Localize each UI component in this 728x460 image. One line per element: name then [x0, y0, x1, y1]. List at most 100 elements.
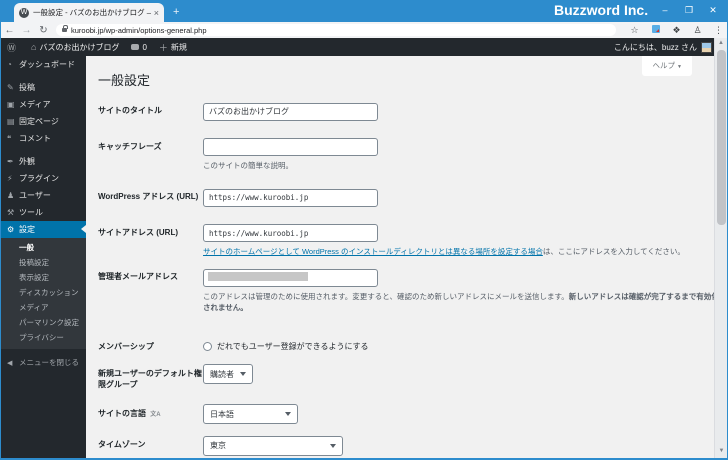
plus-icon: ＋ [158, 42, 168, 53]
help-button[interactable]: ヘルプ ▼ [642, 56, 692, 76]
sidebar-item-posts[interactable]: ✎ 投稿 [1, 79, 86, 96]
submenu-item-writing[interactable]: 投稿設定 [1, 255, 86, 270]
comment-count: 0 [142, 42, 147, 52]
back-icon[interactable]: ← [1, 25, 18, 36]
chevron-down-icon [240, 372, 246, 379]
sidebar-item-tools[interactable]: ⚒ ツール [1, 204, 86, 221]
help-chevron-icon: ▼ [677, 64, 682, 70]
window-maximize-button[interactable]: ❒ [677, 0, 701, 22]
submenu-item-reading[interactable]: 表示設定 [1, 270, 86, 285]
form-row-tagline: キャッチフレーズ このサイトの簡単な説明。 [98, 137, 706, 172]
extension-puzzle-icon[interactable]: ❖ [666, 25, 687, 36]
language-select[interactable]: 日本語 [203, 404, 298, 424]
sidebar-item-label: ユーザー [19, 191, 51, 200]
sidebar-item-plugins[interactable]: ⚡ プラグイン [1, 170, 86, 187]
sidebar-item-media[interactable]: ▣ メディア [1, 96, 86, 113]
pushpin-icon: ✎ [7, 83, 14, 92]
screenshot-extension-icon[interactable] [645, 25, 666, 35]
new-tab-button[interactable]: + [173, 5, 179, 19]
language-value: 日本語 [210, 409, 234, 419]
default-role-select[interactable]: 購読者 [203, 364, 253, 384]
new-content-menu[interactable]: ＋ 新規 [153, 38, 193, 56]
collapse-menu-icon: ◀ [7, 359, 13, 367]
scrollbar-thumb[interactable] [717, 50, 726, 225]
window-title: Buzzword Inc. [554, 2, 649, 18]
sidebar-item-label: ダッシュボード [19, 60, 75, 69]
forward-icon[interactable]: → [18, 25, 35, 36]
scroll-down-icon[interactable]: ▼ [715, 446, 727, 456]
plugin-icon: ⚡ [7, 174, 13, 183]
sidebar-item-users[interactable]: ♟ ユーザー [1, 187, 86, 204]
membership-checkbox[interactable] [203, 341, 212, 351]
tools-icon: ⚒ [7, 208, 15, 217]
field-label: 管理者メールアドレス [98, 272, 178, 281]
collapse-menu-button[interactable]: ◀ メニューを閉じる [1, 355, 86, 370]
camera-icon: ▣ [7, 100, 15, 109]
site-title-input[interactable] [203, 102, 378, 121]
profile-icon[interactable]: ♙ [687, 25, 708, 36]
submenu-item-media[interactable]: メディア [1, 300, 86, 315]
sidebar-item-label: 投稿 [19, 83, 35, 92]
sidebar-item-label: 設定 [19, 225, 35, 234]
sidebar-item-settings[interactable]: ⚙ 設定 [1, 221, 86, 238]
field-label: WordPress アドレス (URL) [98, 192, 199, 201]
timezone-select[interactable]: 東京 [203, 435, 343, 456]
browser-tab[interactable]: W 一般設定 - バズのお出かけブログ — × [14, 3, 164, 22]
site-name-menu[interactable]: ⌂ バズのお出かけブログ [25, 38, 125, 56]
field-label: 新規ユーザーのデフォルト権限グループ [98, 368, 202, 389]
site-address-input[interactable] [203, 224, 378, 242]
chevron-down-icon [330, 443, 336, 451]
form-row-timezone: タイムゾーン 東京 同じタイムゾーンの都市または UTC (協定世界時) のタイ… [98, 435, 706, 458]
site-address-help-link[interactable]: サイトのホームページとして WordPress のインストールディレクトリとは異… [203, 247, 543, 256]
form-row-wp-address: WordPress アドレス (URL) [98, 187, 706, 207]
sidebar-item-dashboard[interactable]: ◔ ダッシュボード [1, 56, 86, 73]
window-minimize-button[interactable]: – [653, 0, 677, 22]
tagline-description: このサイトの簡単な説明。 [203, 161, 293, 170]
bookmark-star-icon[interactable]: ☆ [624, 25, 645, 36]
browser-toolbar: ← → ↻ kuroobi.jp/wp-admin/options-genera… [1, 22, 727, 38]
help-label: ヘルプ [652, 61, 675, 70]
form-row-language: サイトの言語 文A 日本語 [98, 404, 706, 424]
submenu-item-privacy[interactable]: プライバシー [1, 330, 86, 345]
sidebar-item-label: ツール [19, 208, 43, 217]
window-close-button[interactable]: ✕ [701, 0, 725, 22]
site-name-label: バズのお出かけブログ [39, 42, 120, 52]
submenu-item-general[interactable]: 一般 [1, 240, 86, 255]
url-bar[interactable]: kuroobi.jp/wp-admin/options-general.php [56, 24, 616, 36]
scroll-up-icon[interactable]: ▲ [715, 38, 727, 48]
submenu-item-permalink[interactable]: パーマリンク設定 [1, 315, 86, 330]
browser-titlebar: W 一般設定 - バズのお出かけブログ — × + Buzzword Inc. … [1, 0, 727, 22]
wp-address-input[interactable] [203, 188, 378, 207]
default-role-value: 購読者 [210, 369, 234, 379]
tagline-input[interactable] [203, 138, 378, 156]
my-account-menu[interactable]: こんにちは、buzz さん [613, 41, 716, 53]
site-address-description: は、ここにアドレスを入力してください。 [542, 247, 685, 256]
browser-menu-icon[interactable]: ⋮ [708, 25, 727, 36]
sidebar-item-label: 固定ページ [19, 117, 59, 126]
avatar [701, 41, 712, 53]
tab-close-icon[interactable]: × [154, 8, 159, 18]
tab-title: 一般設定 - バズのお出かけブログ — [33, 8, 151, 17]
sidebar-item-label: 外観 [19, 157, 35, 166]
collapse-menu-label: メニューを閉じる [19, 358, 79, 367]
form-row-site-address: サイトアドレス (URL) サイトのホームページとして WordPress のイ… [98, 223, 706, 258]
lock-icon [62, 25, 68, 32]
reload-icon[interactable]: ↻ [35, 25, 52, 36]
sidebar-item-label: プラグイン [19, 174, 59, 183]
redaction-block [208, 272, 308, 281]
sidebar-item-comments[interactable]: ❝ コメント [1, 130, 86, 147]
sidebar-item-appearance[interactable]: ✒ 外観 [1, 153, 86, 170]
greeting-label: こんにちは、buzz さん [613, 42, 697, 52]
field-label: メンバーシップ [98, 341, 154, 351]
settings-gear-icon: ⚙ [7, 225, 15, 234]
comments-menu[interactable]: 0 [125, 38, 152, 56]
sidebar-item-pages[interactable]: ▤ 固定ページ [1, 113, 86, 130]
submenu-item-discussion[interactable]: ディスカッション [1, 285, 86, 300]
page-scrollbar[interactable]: ▲ ▼ [714, 38, 727, 458]
new-content-label: 新規 [170, 42, 187, 52]
field-label: タイムゾーン [98, 440, 146, 449]
settings-general-page: ヘルプ ▼ 一般設定 サイトのタイトル キャッチフレーズ このサイトの簡単な説明… [86, 56, 716, 458]
admin-sidebar: ◔ ダッシュボード ✎ 投稿 ▣ メディア ▤ 固定ページ ❝ コメント ✒ 外… [1, 56, 86, 458]
dashboard-icon: ◔ [7, 60, 12, 69]
wp-logo-menu[interactable]: Ⓦ [1, 38, 25, 56]
